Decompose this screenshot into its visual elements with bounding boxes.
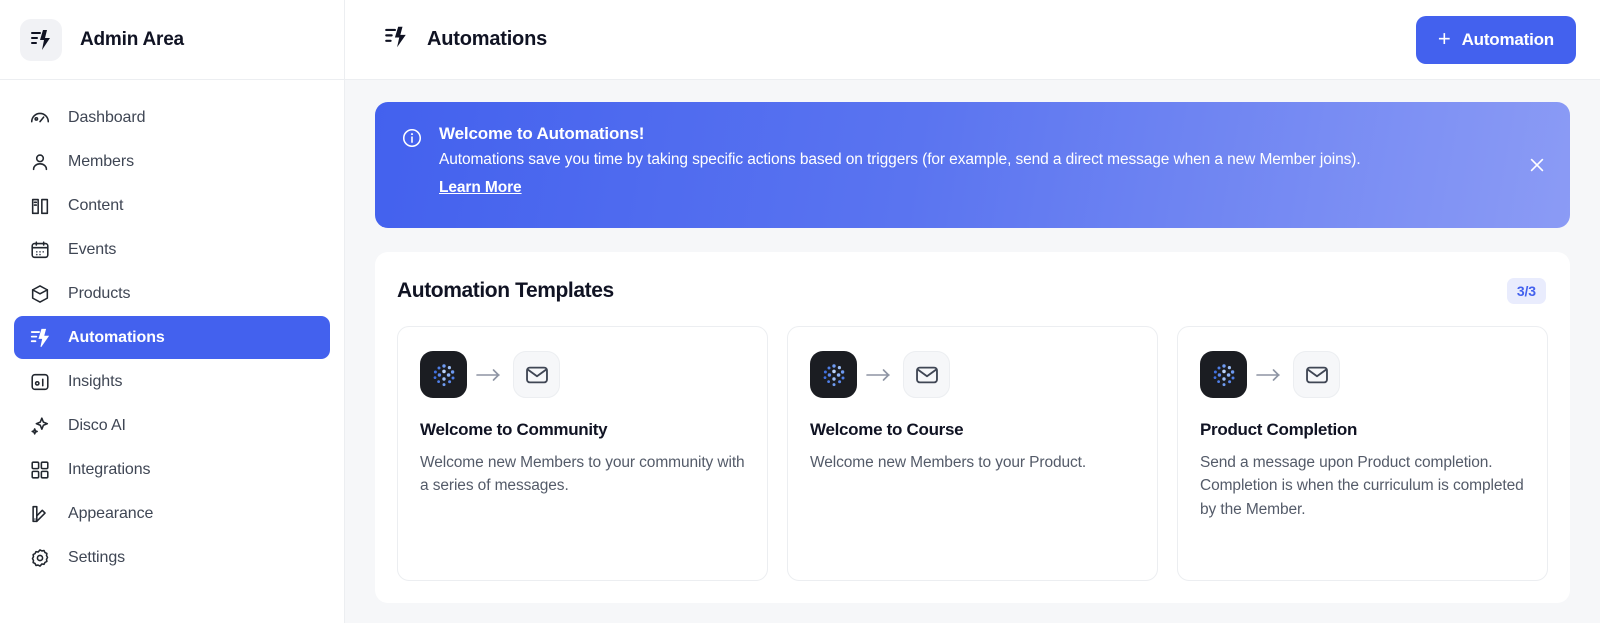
info-circle-icon: [401, 127, 423, 204]
sidebar-nav: Dashboard Members Content Events Product…: [0, 80, 344, 579]
arrow-right-icon: [1256, 367, 1284, 383]
template-card-title: Welcome to Community: [420, 420, 608, 439]
template-card-icons: [810, 351, 1135, 398]
sidebar-item-label: Members: [68, 152, 134, 170]
community-dots-icon: [1200, 351, 1247, 398]
template-card-title: Welcome to Course: [810, 420, 964, 439]
grid-squares-icon: [28, 458, 52, 482]
template-card-icons: [1200, 351, 1525, 398]
automation-templates-header: Automation Templates 3/3: [397, 278, 1548, 304]
gear-icon: [28, 546, 52, 570]
learn-more-link[interactable]: Learn More: [439, 179, 522, 197]
welcome-banner-body: Welcome to Automations! Automations save…: [439, 124, 1544, 204]
template-card[interactable]: Welcome to Course Welcome new Members to…: [787, 326, 1158, 581]
topbar: Automations + Automation: [345, 0, 1600, 80]
template-card-title: Product Completion: [1200, 420, 1358, 439]
sidebar-item-label: Appearance: [68, 504, 154, 522]
welcome-banner: Welcome to Automations! Automations save…: [375, 102, 1570, 228]
sidebar-item-label: Insights: [68, 372, 123, 390]
sidebar-item-label: Products: [68, 284, 131, 302]
bar-chart-icon: [28, 370, 52, 394]
brand-title: Admin Area: [80, 28, 184, 50]
content-scroll-area: Welcome to Automations! Automations save…: [345, 80, 1600, 623]
app-root: Admin Area Dashboard Members Content Eve…: [0, 0, 1600, 623]
sidebar-item-products[interactable]: Products: [14, 272, 330, 315]
sidebar-item-disco-ai[interactable]: Disco AI: [14, 404, 330, 447]
arrow-right-icon: [866, 367, 894, 383]
template-card-description: Send a message upon Product completion. …: [1200, 454, 1524, 518]
template-card[interactable]: Welcome to Community Welcome new Members…: [397, 326, 768, 581]
sidebar-item-label: Content: [68, 196, 124, 214]
template-card-description: Welcome new Members to your Product.: [810, 454, 1087, 471]
sidebar-item-label: Settings: [68, 548, 126, 566]
sidebar-item-content[interactable]: Content: [14, 184, 330, 227]
add-automation-button[interactable]: + Automation: [1415, 15, 1576, 64]
sidebar-item-label: Integrations: [68, 460, 151, 478]
envelope-icon: [513, 351, 560, 398]
book-open-icon: [28, 194, 52, 218]
arrow-right-icon: [476, 367, 504, 383]
sidebar-header: Admin Area: [0, 0, 344, 80]
cube-icon: [28, 282, 52, 306]
sidebar-item-label: Dashboard: [68, 108, 146, 126]
close-icon[interactable]: [1524, 152, 1550, 178]
welcome-banner-title: Welcome to Automations!: [439, 124, 645, 143]
sidebar-item-label: Disco AI: [68, 416, 126, 434]
sidebar-item-label: Events: [68, 240, 117, 258]
sparkle-icon: [28, 414, 52, 438]
bolt-list-icon: [383, 24, 409, 55]
palette-icon: [28, 502, 52, 526]
calendar-icon: [28, 238, 52, 262]
main-area: Automations + Automation Welcome to Auto…: [345, 0, 1600, 623]
template-card-description: Welcome new Members to your community wi…: [420, 454, 745, 495]
plus-icon: +: [1437, 25, 1451, 51]
community-dots-icon: [420, 351, 467, 398]
templates-count-badge: 3/3: [1506, 278, 1546, 304]
automation-templates-panel: Automation Templates 3/3 Welcome to Comm…: [375, 252, 1570, 603]
template-card-list: Welcome to Community Welcome new Members…: [397, 326, 1548, 581]
sidebar-item-dashboard[interactable]: Dashboard: [14, 96, 330, 139]
welcome-banner-text: Automations save you time by taking spec…: [439, 151, 1361, 168]
template-card[interactable]: Product Completion Send a message upon P…: [1177, 326, 1548, 581]
envelope-icon: [903, 351, 950, 398]
sidebar-item-integrations[interactable]: Integrations: [14, 448, 330, 491]
community-dots-icon: [810, 351, 857, 398]
automation-bolt-logo-icon: [20, 18, 62, 61]
user-icon: [28, 150, 52, 174]
bolt-list-icon: [28, 326, 52, 350]
template-card-icons: [420, 351, 745, 398]
sidebar-item-automations[interactable]: Automations: [14, 316, 330, 359]
sidebar-item-members[interactable]: Members: [14, 140, 330, 183]
sidebar-item-label: Automations: [68, 328, 165, 346]
sidebar-item-insights[interactable]: Insights: [14, 360, 330, 403]
page-title: Automations: [427, 28, 548, 50]
automation-templates-title: Automation Templates: [397, 279, 614, 302]
sidebar-item-appearance[interactable]: Appearance: [14, 492, 330, 535]
sidebar: Admin Area Dashboard Members Content Eve…: [0, 0, 345, 623]
add-automation-label: Automation: [1461, 29, 1555, 49]
topbar-left: Automations: [383, 24, 547, 55]
envelope-icon: [1293, 351, 1340, 398]
sidebar-item-events[interactable]: Events: [14, 228, 330, 271]
gauge-icon: [28, 106, 52, 130]
sidebar-item-settings[interactable]: Settings: [14, 536, 330, 579]
